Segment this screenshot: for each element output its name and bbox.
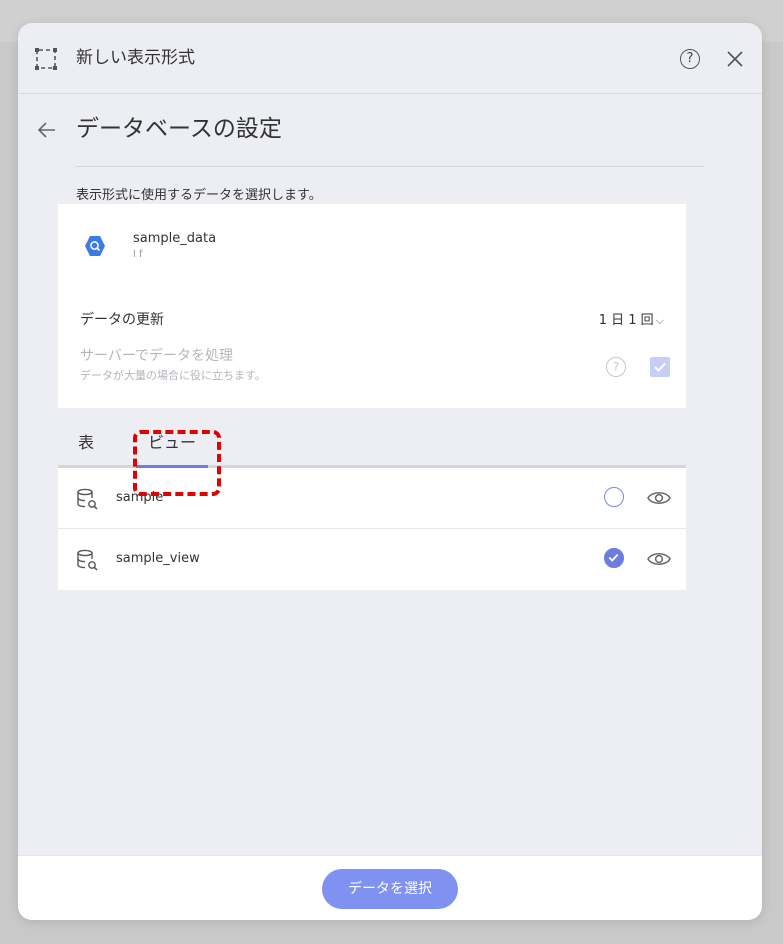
data-source-card: sample_data l f — [58, 204, 686, 289]
refresh-frequency-dropdown[interactable]: 1 日 1 回 ⌵ — [599, 309, 664, 328]
list-item-label: sample_view — [116, 551, 200, 566]
server-processing-checkbox[interactable] — [650, 357, 670, 377]
refresh-frequency-value: 1 日 1 回 — [598, 313, 654, 328]
chevron-down-icon: ⌵ — [655, 314, 664, 327]
dialog-header: 新しい表示形式 ? — [18, 23, 762, 94]
database-search-icon — [77, 549, 98, 571]
data-settings-panel: データの更新 1 日 1 回 ⌵ サーバーでデータを処理 データが大量の場合に役に… — [58, 288, 686, 408]
dialog-title: 新しい表示形式 — [76, 48, 195, 68]
close-icon[interactable] — [726, 50, 744, 68]
bigquery-icon — [85, 236, 105, 256]
visualization-icon — [35, 48, 57, 70]
page-title: データベースの設定 — [76, 116, 282, 142]
database-search-icon — [77, 488, 98, 510]
help-icon[interactable]: ? — [680, 49, 700, 69]
back-arrow-icon[interactable] — [37, 120, 57, 140]
highlight-annotation — [133, 430, 221, 496]
refresh-label: データの更新 — [80, 312, 164, 328]
page-description: 表示形式に使用するデータを選択します。 — [76, 188, 322, 203]
select-radio[interactable] — [604, 487, 624, 507]
select-data-button[interactable]: データを選択 — [322, 869, 458, 909]
data-source-subtitle: l f — [133, 249, 143, 260]
server-processing-label: サーバーでデータを処理 — [80, 348, 234, 364]
title-divider — [76, 166, 704, 167]
list-item[interactable]: sample_view — [58, 529, 686, 590]
server-processing-description: データが大量の場合に役に立ちます。 — [80, 369, 266, 382]
checkmark-icon — [654, 362, 666, 372]
dialog-footer: データを選択 — [18, 855, 762, 920]
eye-icon[interactable] — [647, 549, 671, 569]
help-icon[interactable]: ? — [606, 357, 626, 377]
tab-table[interactable]: 表 — [78, 426, 118, 466]
checkmark-icon — [608, 553, 619, 562]
data-source-name: sample_data — [133, 231, 217, 246]
select-radio-checked[interactable] — [604, 548, 624, 568]
eye-icon[interactable] — [647, 488, 671, 508]
